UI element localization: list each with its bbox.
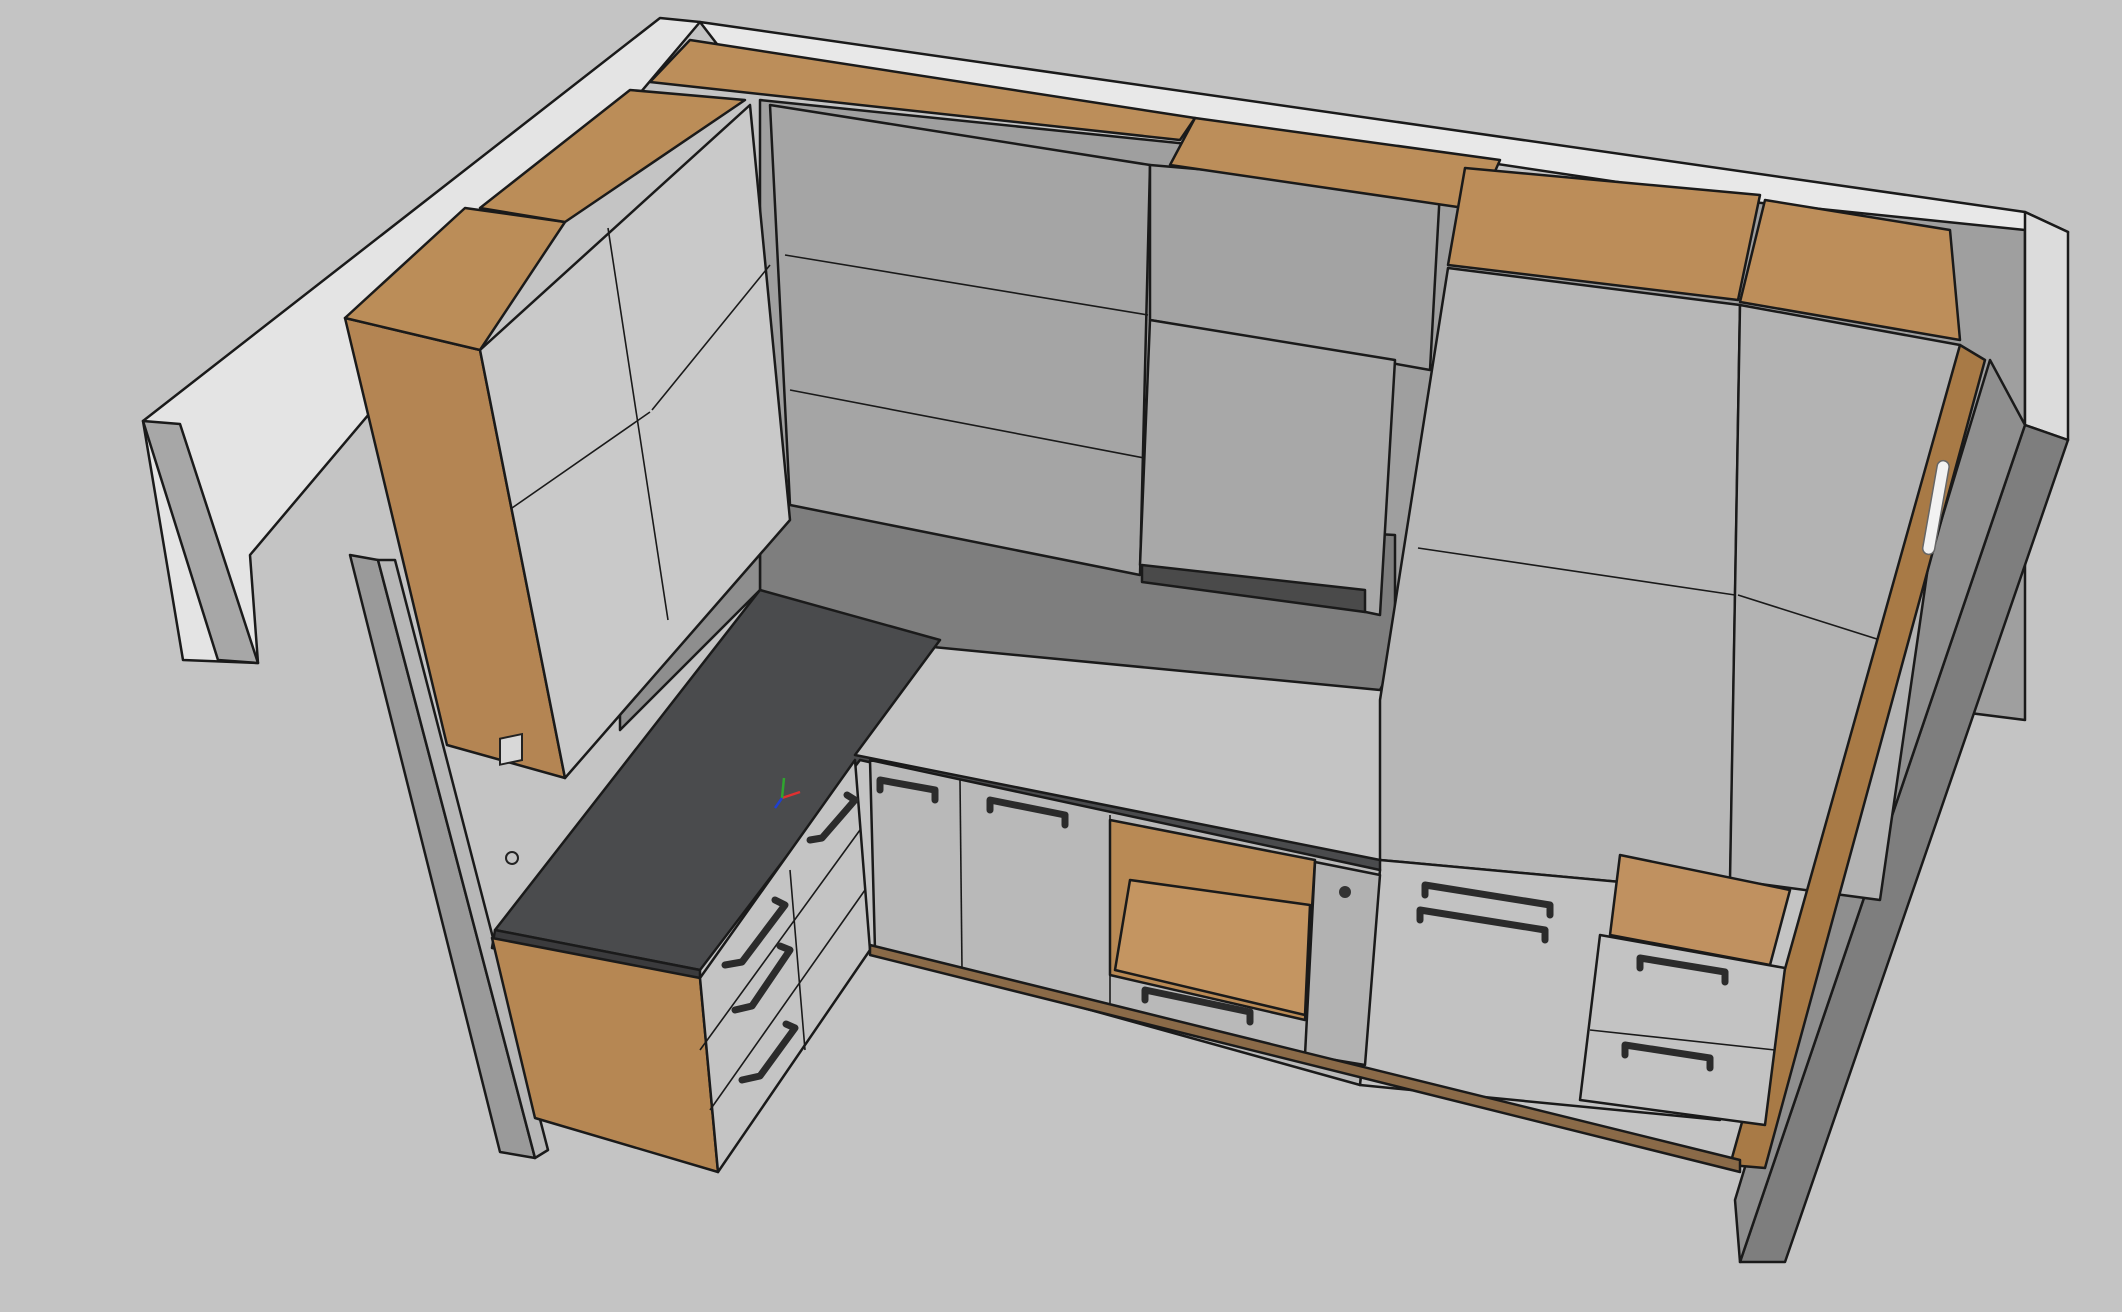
wall-socket[interactable] bbox=[499, 732, 523, 865]
tall-cabinet-left-face bbox=[1378, 266, 1742, 894]
right-wall-top bbox=[2023, 210, 2070, 442]
kitchen-3d-model[interactable] bbox=[0, 0, 2122, 1312]
3d-viewport[interactable] bbox=[0, 0, 2122, 1312]
upper-cabinet-back-left bbox=[768, 103, 1152, 577]
socket-knob bbox=[1339, 886, 1351, 898]
